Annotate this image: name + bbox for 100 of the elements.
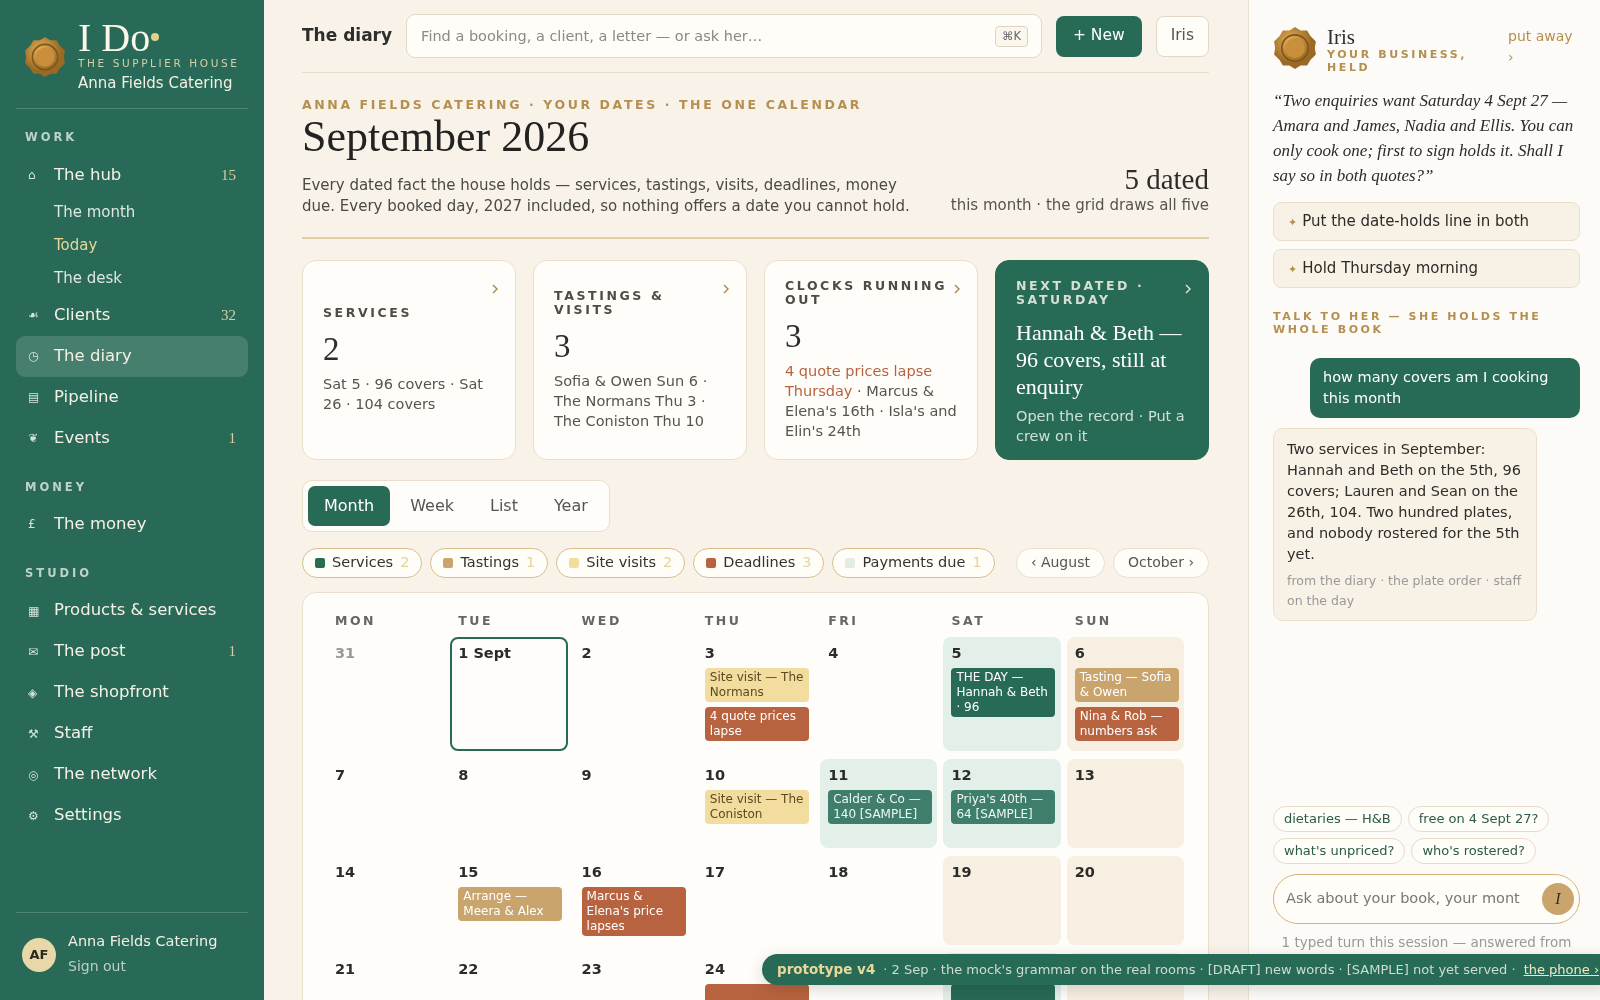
chevron-icon bbox=[1184, 282, 1192, 295]
eyebrow-text: ANNA FIELDS CATERING · YOUR DATES · THE ONE CALENDAR bbox=[302, 97, 863, 112]
message-source: from the diary · the plate order · staff on the day bbox=[1287, 572, 1523, 610]
nav-item[interactable]: ⌂ The hub 15 bbox=[16, 154, 248, 196]
nav-icon: ◎ bbox=[28, 765, 54, 784]
calendar-event[interactable]: Priya's 40th — 64 [SAMPLE] bbox=[951, 789, 1056, 824]
phone-link[interactable]: the phone › bbox=[1523, 959, 1600, 980]
nav-subitem[interactable]: Today bbox=[16, 228, 248, 262]
month-nav-button[interactable]: ‹ August bbox=[1015, 547, 1105, 578]
nav-item[interactable]: ◎ The network bbox=[16, 754, 248, 795]
nav-item[interactable]: ☙ Clients 32 bbox=[16, 294, 248, 336]
day-number: 12 bbox=[951, 765, 973, 784]
card-value: 2 bbox=[323, 329, 341, 368]
legend-filter[interactable]: Deadlines 3 bbox=[693, 547, 825, 578]
prompt-chip[interactable]: what's unpriced? bbox=[1273, 838, 1406, 864]
stat-card[interactable]: TASTINGS & VISITS 3 Sofia & Owen Sun 6 · The Normans Thu 3 · The Coniston Thu 10 bbox=[533, 259, 747, 460]
chevron-icon bbox=[953, 282, 961, 295]
next-date-card[interactable]: NEXT DATED · SATURDAY Hannah & Beth — 96 covers, still at enquiry Open the record · Put a crew on it bbox=[995, 259, 1209, 460]
put-away-link[interactable]: put away › bbox=[1508, 26, 1580, 68]
view-tab[interactable]: Year bbox=[537, 485, 604, 526]
user-avatar: AF bbox=[22, 937, 56, 972]
prompt-chip[interactable]: free on 4 Sept 27? bbox=[1407, 806, 1550, 832]
day-number: 18 bbox=[828, 862, 850, 881]
card-label: SERVICES bbox=[323, 305, 413, 320]
brand-tagline: THE SUPPLIER HOUSE bbox=[78, 56, 240, 71]
calendar-event[interactable]: Marcus & Elena's price lapses bbox=[581, 886, 686, 936]
calendar-event[interactable]: 4 quote prices lapse bbox=[704, 706, 809, 741]
prompt-chip[interactable]: who's rostered? bbox=[1411, 838, 1536, 864]
send-button[interactable]: I bbox=[1542, 883, 1574, 915]
nav-item[interactable]: ▤ Pipeline bbox=[16, 376, 248, 418]
day-number: 20 bbox=[1074, 862, 1096, 881]
day-number: 13 bbox=[1074, 765, 1096, 784]
sparkle-icon: ✦ bbox=[1288, 216, 1298, 230]
nav-icon: ⚒ bbox=[28, 724, 54, 743]
day-number: 3 bbox=[704, 643, 716, 662]
nav-item[interactable]: ✉ The post 1 bbox=[16, 631, 248, 672]
nav-item[interactable]: ◈ The shopfront bbox=[16, 672, 248, 713]
card-label: NEXT DATED · SATURDAY bbox=[1016, 278, 1146, 307]
nav-icon: £ bbox=[28, 515, 54, 534]
ring-icon bbox=[150, 32, 161, 42]
assistant-quote: “Two enquiries want Saturday 4 Sept 27 — Amara and James, Nadia and Ellis. You can only cook one; first to sign holds it. Shall I say so in both quotes?” bbox=[1273, 90, 1575, 187]
shortcut-hint: ⌘K bbox=[994, 26, 1028, 48]
day-number: 22 bbox=[458, 959, 480, 978]
calendar-event[interactable]: Site visit — The Coniston bbox=[704, 789, 809, 824]
card-label: CLOCKS RUNNING OUT bbox=[785, 278, 948, 307]
view-tab[interactable]: Week bbox=[394, 485, 470, 526]
legend-filter[interactable]: Payments due 1 bbox=[832, 547, 995, 578]
banner-text: · 2 Sep · the mock's grammar on the real rooms · [DRAFT] new words · [SAMPLE] not yet served · bbox=[883, 960, 1516, 979]
legend-filter[interactable]: Services 2 bbox=[302, 547, 423, 578]
card-label: TASTINGS & VISITS bbox=[554, 288, 666, 317]
weekday-label: TUE bbox=[457, 612, 494, 629]
nav-item[interactable]: £ The money bbox=[16, 503, 248, 545]
nav-item[interactable]: ⚒ Staff bbox=[16, 713, 248, 754]
day-number: 19 bbox=[951, 862, 973, 881]
calendar-event[interactable]: Calder & Co — 140 [SAMPLE] bbox=[828, 789, 933, 824]
legend-filter[interactable]: Tastings 1 bbox=[430, 547, 549, 578]
section-heading: STUDIO bbox=[24, 564, 94, 582]
weekday-label: FRI bbox=[827, 612, 860, 629]
weekday-label: THU bbox=[703, 612, 743, 629]
nav-icon: ❦ bbox=[28, 429, 54, 447]
nav-item[interactable]: ⚙ Settings bbox=[16, 795, 248, 836]
stat-card[interactable]: SERVICES 2 Sat 5 · 96 covers · Sat 26 · 104 covers bbox=[302, 259, 516, 460]
section-heading: MONEY bbox=[24, 478, 89, 496]
page-description: Every dated fact the house holds — services, tastings, visits, deadlines, money due. Every booked day, 2027 included, so nothing offers a date you cannot hold. bbox=[302, 174, 911, 217]
day-number: 5 bbox=[951, 643, 963, 662]
calendar-event[interactable]: Site visit — The Normans bbox=[704, 667, 809, 702]
seal-icon bbox=[24, 36, 66, 79]
nav-item[interactable]: ▦ Products & services bbox=[16, 590, 248, 631]
nav-item[interactable]: ◷ The diary bbox=[16, 335, 248, 377]
legend-filter[interactable]: Site visits 2 bbox=[556, 547, 686, 578]
month-nav-button[interactable]: October › bbox=[1112, 547, 1209, 578]
ask-field[interactable]: Ask about your book, your mont I bbox=[1273, 874, 1580, 924]
nav-subitem[interactable]: The month bbox=[16, 195, 248, 229]
day-number: 8 bbox=[458, 765, 470, 784]
section-label: TALK TO HER — SHE HOLDS THE WHOLE BOOK bbox=[1273, 310, 1543, 336]
calendar-event[interactable]: THE DAY — Hannah & Beth · 96 bbox=[951, 667, 1056, 717]
weekday-label: MON bbox=[334, 612, 378, 629]
iris-button[interactable]: Iris bbox=[1155, 15, 1209, 57]
chevron-icon bbox=[722, 282, 730, 295]
view-tab[interactable]: List bbox=[474, 485, 534, 526]
seal-icon bbox=[1273, 26, 1317, 70]
day-number: 4 bbox=[828, 643, 840, 662]
dated-note: this month · the grid draws all five bbox=[950, 195, 1209, 216]
card-value: 3 bbox=[785, 316, 803, 355]
day-number: 31 bbox=[335, 643, 357, 662]
nav-icon: ✉ bbox=[28, 642, 54, 661]
version-label: prototype v4 bbox=[777, 960, 876, 980]
page-title: The diary bbox=[302, 24, 393, 48]
suggestion-button[interactable]: ✦ Put the date-holds line in both bbox=[1273, 202, 1580, 241]
view-tab[interactable]: Month bbox=[308, 485, 391, 526]
new-button[interactable]: + New bbox=[1055, 15, 1142, 57]
sign-out-link[interactable]: Sign out bbox=[68, 956, 126, 977]
nav-subitem[interactable]: The desk bbox=[16, 261, 248, 295]
calendar-event[interactable]: Nina & Rob — numbers ask bbox=[1074, 706, 1179, 741]
stat-card[interactable]: CLOCKS RUNNING OUT 3 4 quote prices lapse Thursday · Marcus & Elena's 16th · Isla's and Elin's 24th bbox=[764, 259, 978, 460]
day-number: 23 bbox=[581, 959, 603, 978]
suggestion-button[interactable]: ✦ Hold Thursday morning bbox=[1273, 249, 1580, 288]
day-number: 14 bbox=[335, 862, 357, 881]
nav-item[interactable]: ❦ Events 1 bbox=[16, 417, 248, 459]
prompt-chip[interactable]: dietaries — H&B bbox=[1273, 806, 1402, 832]
